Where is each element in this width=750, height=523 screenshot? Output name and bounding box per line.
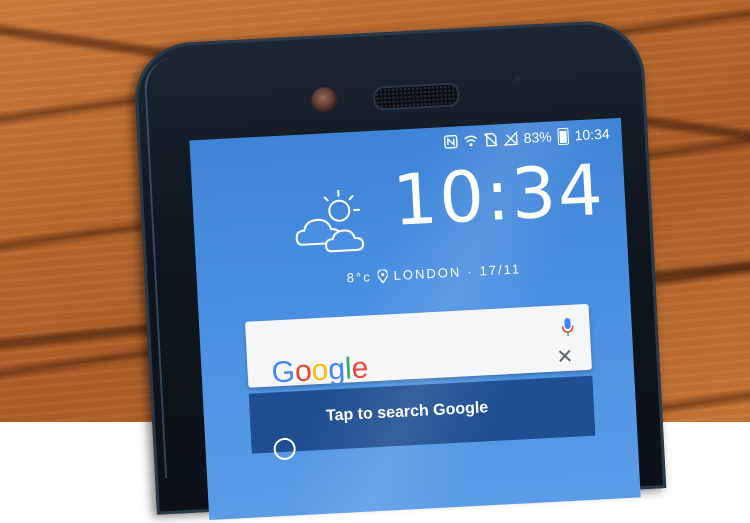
- smartphone: 83% 10:34 10:34 8°c: [132, 19, 666, 515]
- mic-icon[interactable]: [561, 317, 574, 338]
- battery-percentage: 83%: [523, 129, 552, 146]
- partly-cloudy-icon: [292, 185, 378, 259]
- no-sim-icon: [483, 132, 498, 147]
- proximity-sensor: [514, 75, 520, 81]
- clock-widget[interactable]: 10:34: [291, 155, 607, 259]
- earpiece-speaker: [373, 82, 460, 110]
- location-pin-icon: [377, 269, 388, 284]
- close-icon[interactable]: ✕: [556, 347, 574, 368]
- date: 17/11: [479, 261, 521, 278]
- separator: ·: [467, 264, 474, 279]
- battery-icon: [557, 127, 569, 145]
- wifi-icon: [463, 133, 478, 148]
- google-search-card[interactable]: Google ✕: [245, 304, 592, 388]
- status-bar: 83% 10:34: [443, 123, 610, 154]
- temperature: 8°c: [346, 269, 372, 285]
- signal-icon: [503, 131, 518, 146]
- search-icon: [273, 437, 296, 460]
- weather-location-date: 8°c LONDON · 17/11: [346, 261, 521, 285]
- home-screen: 83% 10:34 10:34 8°c: [189, 118, 640, 520]
- google-logo-letter: o: [311, 354, 329, 388]
- google-logo-letter: e: [351, 351, 369, 385]
- google-logo: Google: [271, 351, 369, 390]
- location: LONDON: [393, 264, 461, 283]
- clock-time: 10:34: [391, 155, 606, 236]
- phone-edge-highlight: [143, 57, 197, 478]
- status-time: 10:34: [574, 125, 610, 143]
- google-logo-letter: G: [271, 355, 296, 389]
- google-logo-letter: o: [294, 354, 312, 388]
- front-camera: [311, 87, 338, 114]
- nfc-icon: [443, 134, 458, 149]
